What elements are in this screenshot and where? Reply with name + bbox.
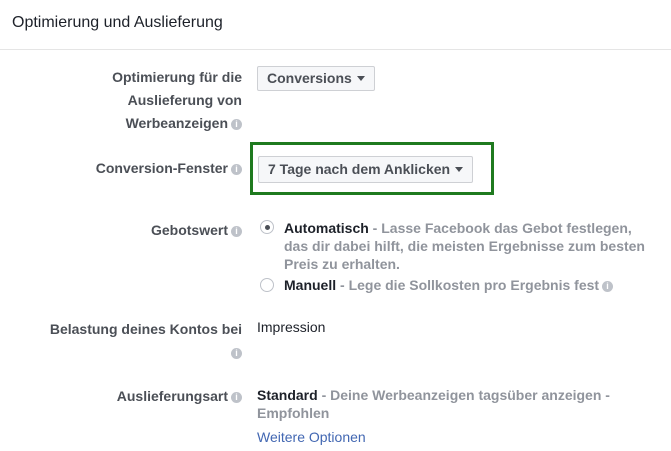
bid-automatic-desc-line1: - Lasse Facebook das Gebot festlegen, [368, 220, 632, 236]
caret-down-icon [356, 76, 365, 81]
conversion-window-label-wrap: Conversion-Fenster i [96, 157, 242, 180]
optimization-label-line1: Optimierung für die [112, 69, 242, 85]
bid-label: Gebotswert [150, 222, 228, 238]
info-icon[interactable]: i [231, 348, 242, 359]
section-header: Optimierung und Auslieferung [0, 0, 671, 50]
info-icon[interactable]: i [231, 164, 242, 175]
charge-info-wrap: i [50, 341, 242, 364]
bid-manual-option[interactable]: Manuell - Lege die Sollkosten pro Ergebn… [284, 276, 664, 294]
optimization-label: Optimierung für die Auslieferung von Wer… [112, 66, 242, 135]
caret-down-icon [455, 167, 464, 172]
delivery-value-desc2: Empfohlen [257, 405, 330, 421]
optimization-dropdown-value: Conversions [267, 70, 352, 86]
radio-manual[interactable] [260, 278, 274, 292]
bid-label-wrap: Gebotswert i [151, 219, 242, 242]
bid-manual-title: Manuell [284, 277, 337, 293]
bid-automatic-option[interactable]: Automatisch - Lasse Facebook das Gebot f… [284, 219, 664, 273]
delivery-label: Auslieferungsart [116, 388, 228, 404]
info-icon[interactable]: i [231, 119, 242, 130]
conversion-window-value: 7 Tage nach dem Anklicken [268, 161, 451, 177]
info-icon[interactable]: i [231, 226, 242, 237]
bid-automatic-desc-line2: das dir dabei hilft, die meisten Ergebni… [284, 238, 645, 254]
optimization-dropdown[interactable]: Conversions [257, 66, 375, 91]
radio-automatic[interactable] [260, 220, 274, 234]
section-title: Optimierung und Auslieferung [12, 14, 223, 31]
optimization-label-line2: Auslieferung von [127, 92, 242, 108]
conversion-window-label: Conversion-Fenster [95, 160, 228, 176]
delivery-label-wrap: Auslieferungsart i [117, 385, 242, 408]
charge-label: Belastung deines Kontos bei [49, 321, 242, 337]
radio-selected-dot [264, 224, 270, 230]
bid-manual-desc: - Lege die Sollkosten pro Ergebnis fest [336, 277, 600, 293]
optimization-label-line3: Werbeanzeigen [125, 115, 228, 131]
charge-value: Impression [257, 319, 326, 335]
charge-label-wrap: Belastung deines Kontos bei i [50, 318, 242, 364]
info-icon[interactable]: i [602, 281, 614, 292]
info-icon[interactable]: i [231, 392, 242, 403]
bid-automatic-desc-line3: Preis zu erhalten. [284, 256, 400, 272]
bid-automatic-title: Automatisch [284, 220, 369, 236]
delivery-value: Standard - Deine Werbeanzeigen tagsüber … [257, 386, 657, 422]
conversion-window-dropdown[interactable]: 7 Tage nach dem Anklicken [258, 156, 474, 183]
more-options-link[interactable]: Weitere Optionen [257, 428, 366, 446]
delivery-value-title: Standard [257, 387, 318, 403]
delivery-value-desc: - Deine Werbeanzeigen tagsüber anzeigen … [317, 387, 610, 403]
optimization-label-line3-wrap: Werbeanzeigen i [112, 112, 242, 135]
